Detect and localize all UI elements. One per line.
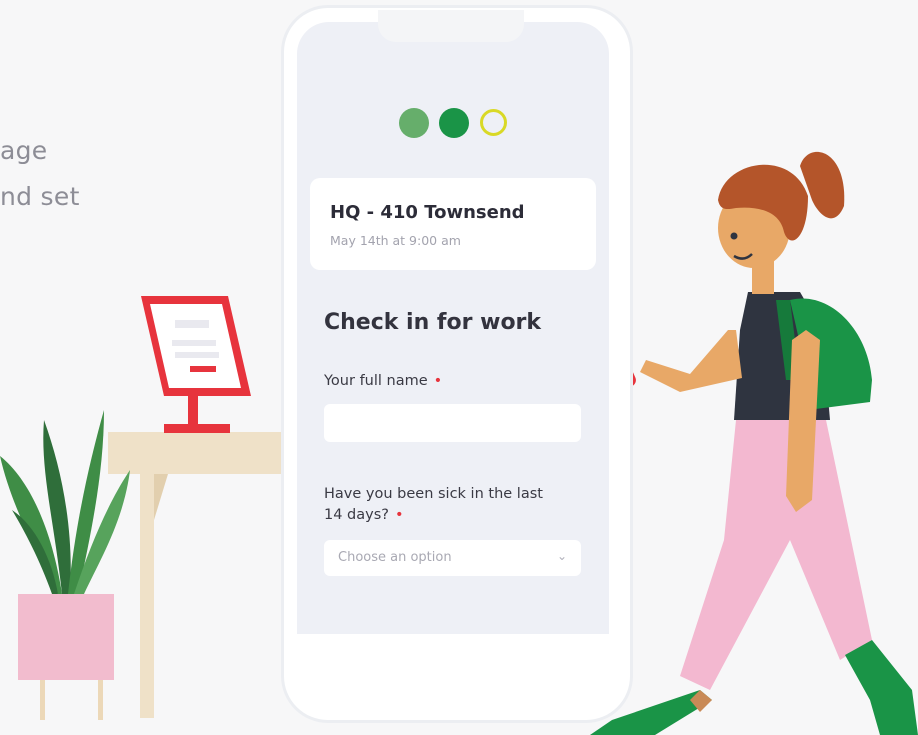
kiosk-illustration (141, 296, 251, 433)
sick-question-label: Have you been sick in the last 14 days? • (324, 484, 543, 526)
phone-notch (378, 10, 524, 42)
full-name-label: Your full name • (324, 373, 442, 389)
sick-question-line1: Have you been sick in the last (324, 486, 543, 502)
location-card: HQ - 410 Townsend May 14th at 9:00 am (310, 178, 596, 270)
form-title: Check in for work (324, 310, 542, 335)
progress-step-3-icon (480, 109, 507, 136)
sick-question-line2: 14 days? (324, 507, 389, 523)
sick-select-dropdown[interactable]: Choose an option ⌄ (324, 540, 581, 576)
sick-select-placeholder: Choose an option (338, 550, 452, 565)
chevron-down-icon: ⌄ (556, 549, 567, 563)
required-indicator: • (433, 373, 443, 389)
woman-illustration (586, 151, 918, 735)
table-illustration (108, 432, 284, 718)
full-name-label-text: Your full name (324, 373, 428, 389)
full-name-input[interactable] (324, 404, 581, 442)
progress-step-1-icon (399, 108, 429, 138)
required-indicator: • (394, 507, 404, 523)
progress-step-2-icon (439, 108, 469, 138)
location-title: HQ - 410 Townsend (330, 202, 525, 223)
location-datetime: May 14th at 9:00 am (330, 233, 461, 248)
